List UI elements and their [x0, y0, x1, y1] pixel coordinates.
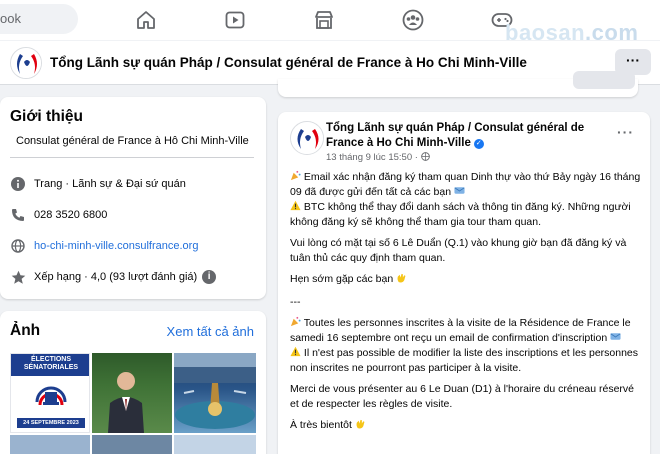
- thumbnail-caption: ÉLECTIONS SÉNATORIALES: [23, 356, 79, 371]
- photo-thumbnail[interactable]: [92, 435, 172, 454]
- verified-badge-icon: ✓: [473, 139, 484, 149]
- post-text: Email xác nhận đăng ký tham quan Dinh th…: [290, 170, 642, 439]
- phone-text: 028 3520 6800: [34, 209, 108, 221]
- previous-post-button[interactable]: [573, 71, 635, 89]
- page-title: Tổng Lãnh sự quán Pháp / Consulat généra…: [50, 55, 527, 70]
- see-all-photos-link[interactable]: Xem tất cả ảnh: [167, 324, 254, 339]
- photo-thumbnail[interactable]: [10, 435, 90, 454]
- waving-hand-icon: [356, 419, 365, 429]
- photo-person: [108, 370, 144, 433]
- post-timestamp[interactable]: 13 tháng 9 lúc 15:50 ·: [326, 152, 430, 163]
- photo-thumbnail[interactable]: [174, 353, 256, 433]
- groups-icon[interactable]: [402, 9, 424, 31]
- intro-card: Giới thiệu Consulat général de France à …: [0, 97, 266, 299]
- star-icon: [10, 269, 26, 285]
- info-phone: 028 3520 6800: [10, 206, 107, 224]
- post-author-avatar[interactable]: [290, 121, 324, 155]
- phone-icon: [10, 207, 26, 223]
- previous-post: [278, 71, 638, 97]
- post-paragraph: Email xác nhận đăng ký tham quan Dinh th…: [290, 171, 641, 198]
- post-paragraph: Toutes les personnes inscrites à la visi…: [290, 317, 631, 344]
- photo-thumbnail[interactable]: [92, 353, 172, 433]
- post-paragraph: Vui lòng có mặt tại số 6 Lê Duẩn (Q.1) v…: [290, 237, 627, 264]
- info-icon: [10, 176, 26, 192]
- top-navigation: ook baosan.com: [0, 0, 660, 45]
- post-author[interactable]: Tổng Lãnh sự quán Pháp / Consulat généra…: [326, 121, 616, 151]
- globe-icon: [10, 238, 26, 254]
- waving-hand-icon: [397, 273, 406, 283]
- website-link[interactable]: ho-chi-minh-ville.consulfrance.org: [34, 240, 198, 252]
- senate-logo-icon: [35, 386, 67, 406]
- public-globe-icon: [420, 152, 430, 161]
- search-placeholder: ook: [0, 11, 21, 26]
- post-card: Tổng Lãnh sự quán Pháp / Consulat généra…: [278, 112, 650, 454]
- intro-title: Giới thiệu: [10, 108, 84, 125]
- warning-icon: [290, 346, 301, 357]
- category-text: Trang · Lãnh sự & Đại sứ quán: [34, 178, 186, 190]
- post-options-button[interactable]: ···: [617, 124, 634, 140]
- post-paragraph: Hẹn sớm gặp các bạn: [290, 273, 394, 285]
- photos-title: Ảnh: [10, 322, 41, 339]
- email-icon: [454, 187, 465, 194]
- video-icon[interactable]: [224, 9, 246, 31]
- info-category: Trang · Lãnh sự & Đại sứ quán: [10, 175, 186, 193]
- post-paragraph: À très bientôt: [290, 419, 352, 431]
- party-popper-icon: [290, 316, 301, 327]
- email-icon: [610, 333, 621, 340]
- page-avatar[interactable]: [10, 47, 42, 79]
- photo-thumbnail[interactable]: [174, 435, 256, 454]
- post-paragraph: Merci de vous présenter au 6 Le Duan (D1…: [290, 383, 635, 410]
- photo-stadium: [174, 353, 256, 429]
- info-website: ho-chi-minh-ville.consulfrance.org: [10, 237, 198, 255]
- photo-thumbnail[interactable]: ÉLECTIONS SÉNATORIALES 24 SEPTEMBRE 2023: [10, 353, 90, 433]
- divider: [10, 157, 254, 158]
- thumbnail-date: 24 SEPTEMBRE 2023: [17, 418, 85, 428]
- intro-bio: Consulat général de France à Hô Chi Minh…: [16, 135, 249, 147]
- post-divider: ---: [290, 296, 301, 308]
- marketplace-icon[interactable]: [313, 9, 335, 31]
- info-rating: Xếp hạng · 4,0 (93 lượt đánh giá) i: [10, 268, 217, 286]
- party-popper-icon: [290, 170, 301, 181]
- home-icon[interactable]: [135, 9, 157, 31]
- warning-icon: [290, 200, 301, 211]
- rating-text: Xếp hạng · 4,0 (93 lượt đánh giá): [34, 271, 198, 283]
- search-input[interactable]: ook: [0, 4, 78, 34]
- post-paragraph: BTC không thể thay đổi danh sách và thôn…: [290, 201, 631, 228]
- post-paragraph: Il n'est pas possible de modifier la lis…: [290, 347, 639, 374]
- rating-info-icon[interactable]: i: [202, 270, 217, 284]
- photos-card: Ảnh Xem tất cả ảnh ÉLECTIONS SÉNATORIALE…: [0, 311, 266, 454]
